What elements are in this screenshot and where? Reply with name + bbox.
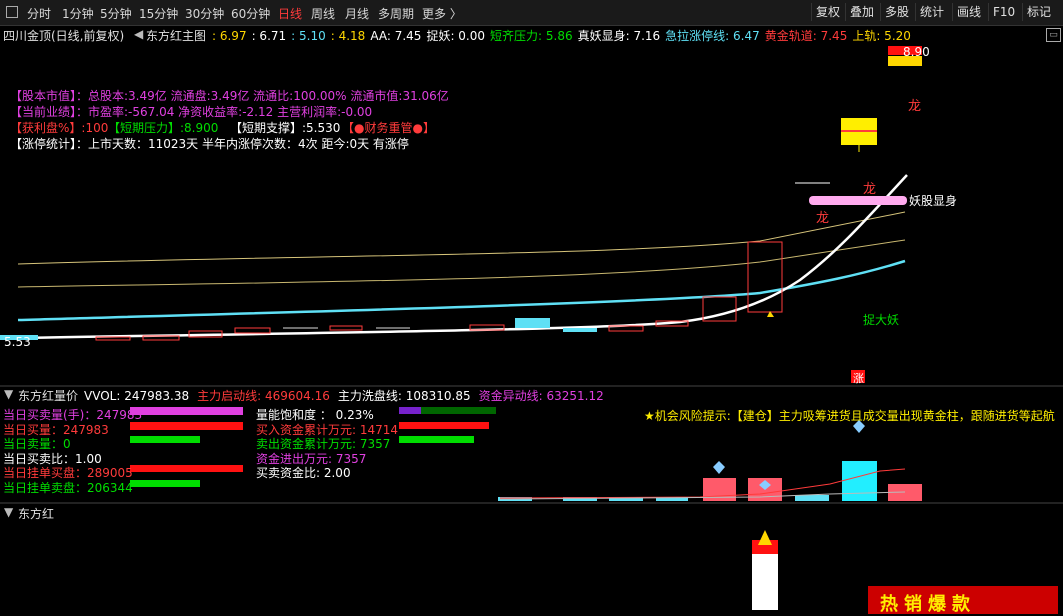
candle [329,325,363,331]
bottom-indicator-name[interactable]: 东方红 [18,505,54,522]
ad-text[interactable]: 热销爆款 [880,590,976,616]
dragon-label: 龙 [908,99,922,114]
fundamental-pressure: 【短期压力】:8.900 [108,121,219,135]
collapse-icon[interactable]: ▼ [4,387,13,401]
candle [747,241,783,313]
yaogu-bar [809,196,907,205]
fundamental-support: 【短期支撑】:5.530 [230,121,341,135]
zhang-label: 涨 [853,372,864,385]
bottom-bar [752,554,778,610]
white-trend-line [19,174,908,340]
fundamental-line-2: 【当前业绩】：市盈率:-567.04 净资收益率:-2.12 主营利润率:-0.… [10,105,373,119]
diamond-icon [713,461,725,474]
cyan-line [17,259,906,322]
volume-indicator-value: VVOL: 247983.38 [84,389,190,403]
yaogu-label: 妖股显身 [909,194,958,208]
volume-panel-header: ▼ 东方红量价 VVOL: 247983.38 主力启动线: 469604.16 主… [0,387,1063,403]
volume-indicator-name[interactable]: 东方红量价 [18,387,78,404]
dragon-label: 龙 [816,211,830,226]
volume-indicator-value: 资金异动线: 63251.12 [478,389,604,403]
ma-line-upper [17,211,906,265]
candle [515,318,550,328]
fundamental-line-4: 【涨停统计】：上市天数：11023天 半年内涨停次数：4次 距今:0天 有涨停 [10,137,409,151]
volume-indicator-values: VVOL: 247983.38 主力启动线: 469604.16 主力洗盘线: 10… [84,387,612,404]
opportunity-tip: ★机会风险提示:【建仓】主力吸筹进货且成交量出现黄金柱，跟随进货等起航 [644,409,1055,423]
candle [234,327,271,334]
candle [95,336,131,341]
stat-line: 当日挂单卖盘：206344 [3,480,133,495]
bottom-panel-header: ▼ 东方红 [0,505,1063,521]
price-high-label: 8.90 [903,45,930,59]
volume-indicator-value: 主力洗盘线: 108310.85 [337,389,471,403]
volume-indicator-value: 主力启动线: 469604.16 [197,389,330,403]
crown-icon [758,530,772,545]
ma-line-middle [17,239,906,288]
fundamental-profit: 【获利盘%】:100 [10,121,109,135]
collapse-icon[interactable]: ▼ [4,505,13,519]
candles [0,241,783,341]
stat-line: 买卖资金比: 2.00 [256,466,351,480]
fundamental-finance: 【●财务重管●】 [342,121,435,135]
fundamental-line-1: 【股本市值】：总股本:3.49亿 流通盘:3.49亿 流通比:100.00% 流… [10,89,449,103]
price-low-label: 5.53 [4,335,31,349]
candle [563,328,597,332]
dragon-label: 龙 [863,182,877,197]
zhuoyao-label: 捉大妖 [863,313,900,327]
